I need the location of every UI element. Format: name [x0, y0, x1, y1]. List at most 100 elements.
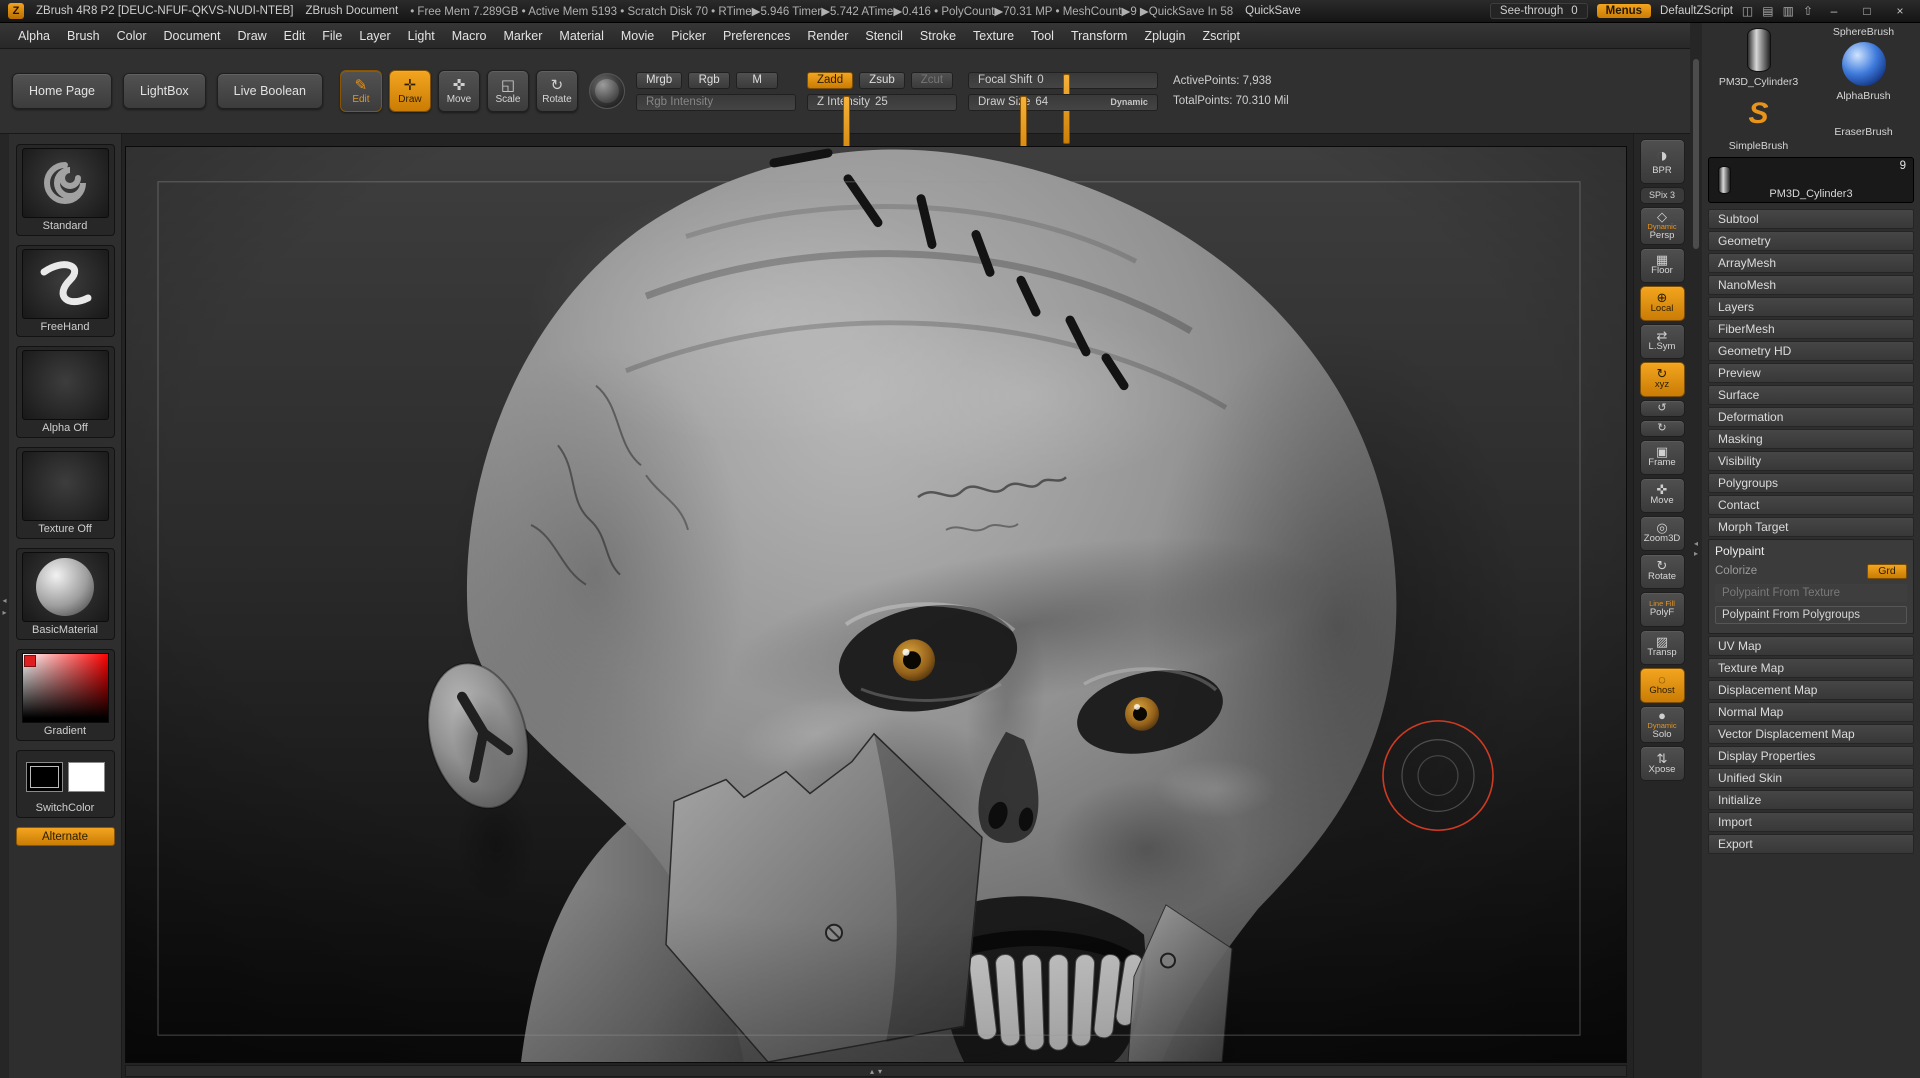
color-gradient-square[interactable]: [22, 653, 109, 723]
menu-item[interactable]: Edit: [276, 26, 314, 46]
expand-right-icon[interactable]: ▸: [1694, 549, 1698, 559]
notifications-icon[interactable]: ⇧: [1803, 4, 1813, 18]
home-page-button[interactable]: Home Page: [12, 73, 112, 109]
zadd-toggle[interactable]: Zadd: [807, 72, 853, 89]
polypaint-section-header[interactable]: Polypaint: [1715, 544, 1907, 558]
right-strip-button[interactable]: ▦ Floor: [1640, 248, 1685, 283]
lightbox-button[interactable]: LightBox: [123, 73, 206, 109]
z-intensity-slider[interactable]: Z Intensity 25: [807, 94, 957, 111]
pm3d-cylinder-thumbnail[interactable]: [1747, 26, 1771, 74]
tool-item-label[interactable]: SphereBrush: [1833, 26, 1894, 38]
current-stroke-widget[interactable]: FreeHand: [16, 245, 115, 337]
display-icon[interactable]: ▥: [1783, 4, 1794, 18]
current-material-widget[interactable]: BasicMaterial: [16, 548, 115, 640]
focal-shift-slider[interactable]: Focal Shift 0: [968, 72, 1158, 89]
tool-section-row[interactable]: Normal Map: [1708, 702, 1914, 722]
scroll-up-icon[interactable]: ▴: [870, 1067, 874, 1076]
switch-color-widget[interactable]: SwitchColor: [16, 750, 115, 818]
right-strip-button[interactable]: ↻ Rotate: [1640, 554, 1685, 589]
tool-section-row[interactable]: Geometry HD: [1708, 341, 1914, 361]
see-through-slider[interactable]: See-through 0: [1490, 3, 1588, 19]
edit-mode-button[interactable]: ✎ Edit: [340, 70, 382, 112]
right-strip-button[interactable]: ▣ Frame: [1640, 440, 1685, 475]
menu-item[interactable]: Movie: [613, 26, 662, 46]
tool-section-row[interactable]: Deformation: [1708, 407, 1914, 427]
tool-section-row[interactable]: Vector Displacement Map: [1708, 724, 1914, 744]
menus-toggle-button[interactable]: Menus: [1597, 4, 1651, 18]
tool-section-row[interactable]: Morph Target: [1708, 517, 1914, 537]
mrgb-toggle[interactable]: Mrgb: [636, 72, 682, 89]
menu-item[interactable]: Brush: [59, 26, 108, 46]
left-tray-divider[interactable]: ◂ ▸: [0, 134, 9, 1078]
tool-section-row[interactable]: UV Map: [1708, 636, 1914, 656]
zsub-toggle[interactable]: Zsub: [859, 72, 905, 89]
menu-item[interactable]: Tool: [1023, 26, 1062, 46]
draw-size-slider[interactable]: Draw Size 64 Dynamic: [968, 94, 1158, 111]
right-strip-button[interactable]: ⊕ Local: [1640, 286, 1685, 321]
rgb-intensity-slider[interactable]: Rgb Intensity: [636, 94, 796, 111]
menu-item[interactable]: Picker: [663, 26, 714, 46]
zcut-toggle[interactable]: Zcut: [911, 72, 953, 89]
right-strip-button[interactable]: ◎ Zoom3D: [1640, 516, 1685, 551]
main-color-swatch[interactable]: [26, 762, 63, 792]
polypaint-from-polygroups-button[interactable]: Polypaint From Polygroups: [1715, 606, 1907, 624]
current-material-swatch[interactable]: [589, 73, 625, 109]
tool-section-row[interactable]: Surface: [1708, 385, 1914, 405]
collapse-left-icon[interactable]: ◂: [2, 596, 6, 605]
menu-item[interactable]: Stencil: [857, 26, 911, 46]
move-mode-button[interactable]: ✜ Move: [438, 70, 480, 112]
tool-section-row[interactable]: Polygroups: [1708, 473, 1914, 493]
tool-panel-scrollbar[interactable]: ◂ ▸: [1690, 23, 1702, 1078]
right-strip-button[interactable]: ⇅ Xpose: [1640, 746, 1685, 781]
tool-item-label[interactable]: AlphaBrush: [1836, 90, 1890, 102]
m-toggle[interactable]: M: [736, 72, 778, 89]
scale-mode-button[interactable]: ◱ Scale: [487, 70, 529, 112]
menu-item[interactable]: Color: [109, 26, 155, 46]
tool-section-row[interactable]: NanoMesh: [1708, 275, 1914, 295]
live-boolean-button[interactable]: Live Boolean: [217, 73, 323, 109]
tool-section-row[interactable]: Export: [1708, 834, 1914, 854]
collapse-left-icon[interactable]: ◂: [1694, 539, 1698, 549]
expand-right-icon[interactable]: ▸: [2, 608, 6, 617]
tool-section-row[interactable]: Visibility: [1708, 451, 1914, 471]
menu-item[interactable]: Macro: [444, 26, 495, 46]
right-strip-button[interactable]: ⇄ L.Sym: [1640, 324, 1685, 359]
tool-section-row[interactable]: Unified Skin: [1708, 768, 1914, 788]
tool-section-row[interactable]: ArrayMesh: [1708, 253, 1914, 273]
current-alpha-widget[interactable]: Alpha Off: [16, 346, 115, 438]
menu-item[interactable]: Zscript: [1194, 26, 1248, 46]
minimize-button[interactable]: –: [1822, 4, 1846, 18]
sculpt-viewport-canvas[interactable]: [125, 146, 1627, 1063]
quicksave-button[interactable]: QuickSave: [1245, 5, 1301, 17]
default-zscript-button[interactable]: DefaultZScript: [1660, 5, 1733, 17]
menu-item[interactable]: Texture: [965, 26, 1022, 46]
draw-mode-button[interactable]: ✛ Draw: [389, 70, 431, 112]
tool-section-row[interactable]: Geometry: [1708, 231, 1914, 251]
right-strip-button[interactable]: ◑ BPR: [1640, 139, 1685, 184]
current-texture-widget[interactable]: Texture Off: [16, 447, 115, 539]
menu-item[interactable]: Render: [799, 26, 856, 46]
polypaint-from-texture-button[interactable]: Polypaint From Texture: [1715, 584, 1907, 602]
menu-item[interactable]: Layer: [351, 26, 398, 46]
right-strip-button[interactable]: SPix 3: [1640, 187, 1685, 204]
menu-item[interactable]: Stroke: [912, 26, 964, 46]
tool-section-row[interactable]: Layers: [1708, 297, 1914, 317]
tool-section-row[interactable]: Import: [1708, 812, 1914, 832]
tool-section-row[interactable]: Texture Map: [1708, 658, 1914, 678]
menu-item[interactable]: Transform: [1063, 26, 1136, 46]
menu-item[interactable]: Light: [400, 26, 443, 46]
menu-item[interactable]: File: [314, 26, 350, 46]
alpha-brush-thumbnail[interactable]: [1842, 40, 1886, 88]
right-strip-button[interactable]: ◇ Dynamic Persp: [1640, 207, 1685, 245]
panel-divider-arrows[interactable]: ◂ ▸: [1694, 539, 1698, 558]
menu-item[interactable]: Document: [156, 26, 229, 46]
rotate-mode-button[interactable]: ↻ Rotate: [536, 70, 578, 112]
maximize-button[interactable]: □: [1855, 4, 1879, 18]
menu-item[interactable]: Zplugin: [1136, 26, 1193, 46]
right-strip-button[interactable]: ◌ Ghost: [1640, 668, 1685, 703]
active-tool-slot[interactable]: 9 PM3D_Cylinder3: [1708, 157, 1914, 203]
right-strip-button[interactable]: ● Dynamic Solo: [1640, 706, 1685, 744]
close-button[interactable]: ×: [1888, 4, 1912, 18]
right-strip-button[interactable]: Line Fill PolyF: [1640, 592, 1685, 627]
menu-item[interactable]: Marker: [496, 26, 551, 46]
